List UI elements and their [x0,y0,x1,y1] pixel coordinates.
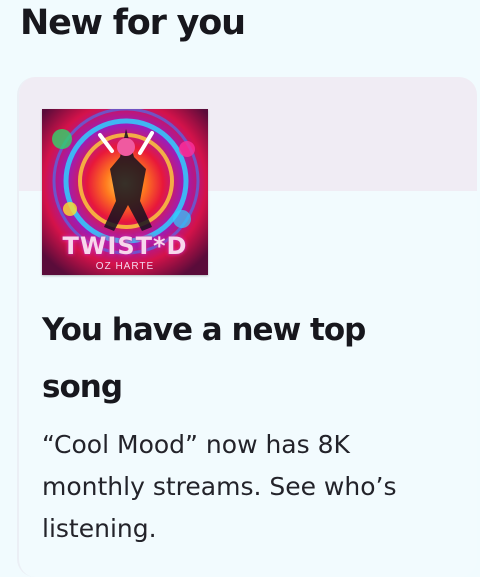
new-top-song-card[interactable]: TWIST*D OZ HARTE You have a new top song… [17,77,477,577]
card-heading: You have a new top song [42,312,366,405]
album-artist: OZ HARTE [95,261,155,272]
card-description: “Cool Mood” now has 8K monthly streams. … [42,430,397,543]
album-cover[interactable]: TWIST*D OZ HARTE [42,109,208,275]
section-title: New for you [20,3,246,43]
album-title: TWIST*D [62,232,188,260]
